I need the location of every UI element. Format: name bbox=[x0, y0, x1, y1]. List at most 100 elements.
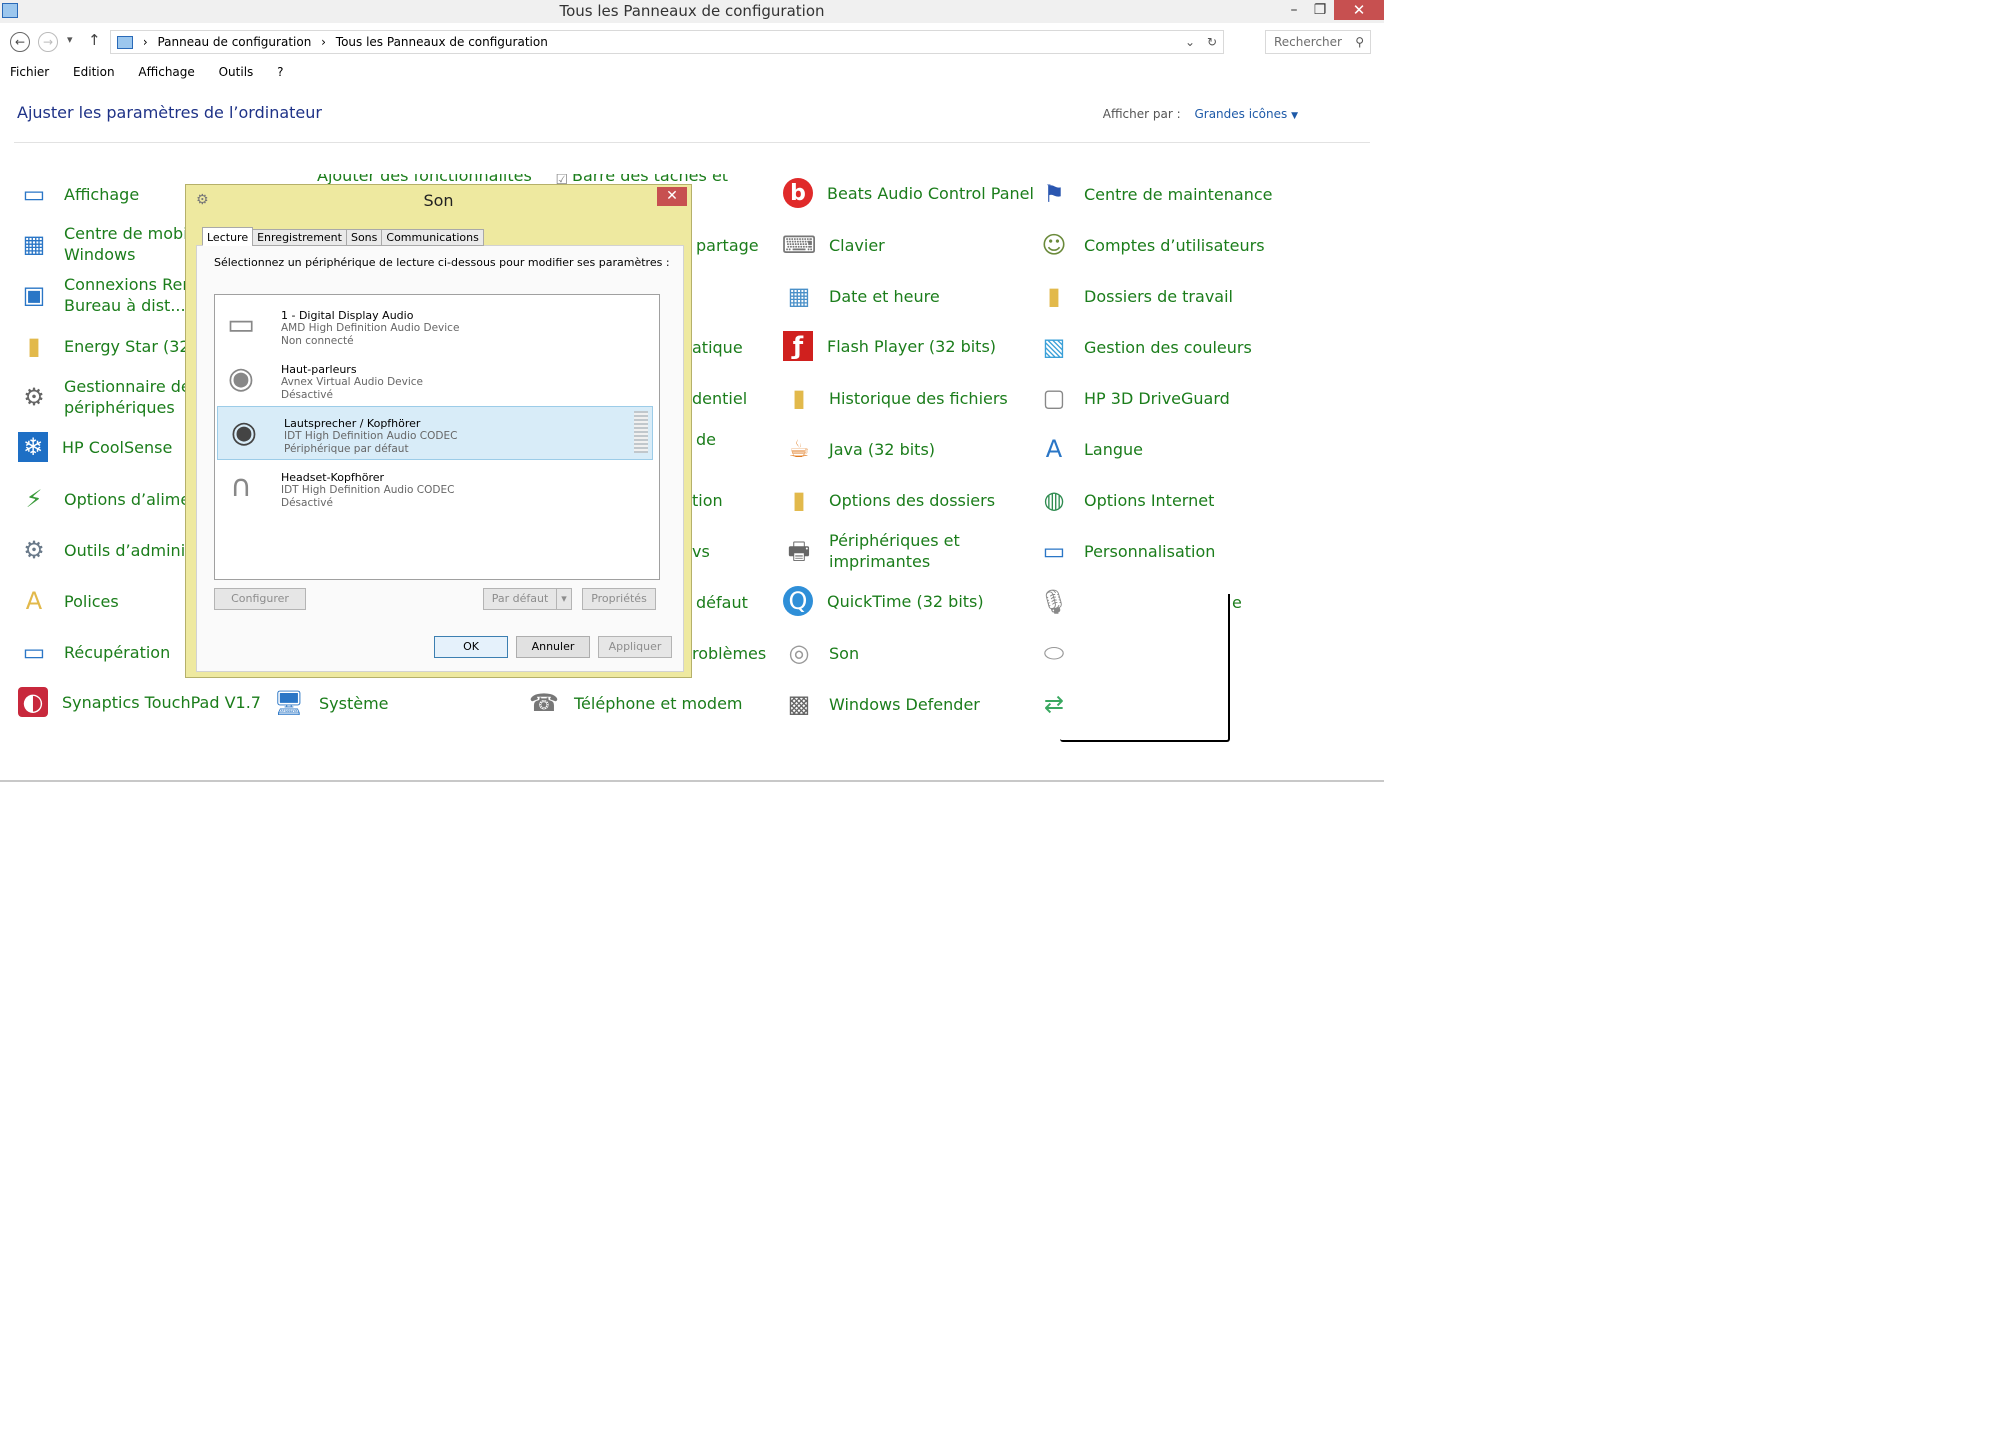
item-folder-options[interactable]: ▮ Options des dossiers bbox=[783, 484, 995, 516]
up-button[interactable]: ↑ bbox=[88, 31, 101, 49]
java-icon: ☕ bbox=[788, 434, 810, 463]
address-dropdown-icon[interactable]: ⌄ bbox=[1185, 31, 1195, 53]
admin-tools-icon: ⚙ bbox=[23, 535, 45, 564]
list-item[interactable]: ∩ Headset-Kopfhörer IDT High Definition … bbox=[215, 461, 655, 513]
overlay-bracket bbox=[1060, 594, 1230, 742]
recovery-icon: ▭ bbox=[22, 637, 46, 666]
item-troubleshoot-partial[interactable]: roblèmes bbox=[692, 643, 766, 664]
item-java[interactable]: ☕ Java (32 bits) bbox=[783, 433, 935, 465]
item-credential-partial[interactable]: dentiel bbox=[692, 388, 747, 409]
item-fonts[interactable]: A Polices bbox=[18, 585, 119, 617]
dialog-prompt: Sélectionnez un périphérique de lecture … bbox=[214, 256, 670, 269]
minimize-button[interactable]: – bbox=[1280, 0, 1308, 20]
address-row: ← → ▾ ↑ › Panneau de configuration › Tou… bbox=[0, 27, 1384, 57]
menu-tools[interactable]: Outils bbox=[219, 65, 254, 79]
color-management-icon: ▧ bbox=[1042, 332, 1066, 361]
beats-icon: b bbox=[783, 178, 813, 208]
apply-button[interactable]: Appliquer bbox=[598, 636, 672, 658]
menu-file[interactable]: Fichier bbox=[10, 65, 49, 79]
defender-icon: ▩ bbox=[787, 689, 811, 718]
item-date-time[interactable]: ▦ Date et heure bbox=[783, 280, 940, 312]
configure-button[interactable]: Configurer bbox=[214, 588, 306, 610]
item-flash-player[interactable]: ƒ Flash Player (32 bits) bbox=[783, 331, 996, 361]
title-bar: Tous les Panneaux de configuration – ❐ ✕ bbox=[0, 0, 1384, 23]
search-icon[interactable]: ⚲ bbox=[1355, 31, 1364, 53]
forward-button[interactable]: → bbox=[38, 32, 58, 52]
menu-edit[interactable]: Edition bbox=[73, 65, 115, 79]
item-file-history[interactable]: ▮ Historique des fichiers bbox=[783, 382, 1007, 414]
item-hidden-partial[interactable]: e bbox=[1232, 592, 1242, 613]
item-color-management[interactable]: ▧ Gestion des couleurs bbox=[1038, 331, 1252, 363]
properties-button[interactable]: Propriétés bbox=[582, 588, 656, 610]
menu-bar: Fichier Edition Affichage Outils ? bbox=[0, 60, 294, 84]
tab-playback[interactable]: Lecture bbox=[202, 227, 254, 246]
cancel-button[interactable]: Annuler bbox=[516, 636, 590, 658]
item-power-options[interactable]: ⚡ Options d’alimen bbox=[18, 483, 201, 515]
tab-communications[interactable]: Communications bbox=[381, 229, 484, 246]
breadcrumb-control-panel[interactable]: Panneau de configuration bbox=[157, 35, 311, 49]
default-button[interactable]: Par défaut bbox=[483, 588, 557, 610]
device-list[interactable]: ▭ 1 - Digital Display Audio AMD High Def… bbox=[214, 294, 660, 580]
users-icon: ☺ bbox=[1041, 230, 1067, 259]
list-item-selected[interactable]: ◉ Lautsprecher / Kopfhörer IDT High Defi… bbox=[217, 406, 653, 460]
item-automatic-partial[interactable]: atique bbox=[692, 337, 743, 358]
list-item[interactable]: ▭ 1 - Digital Display Audio AMD High Def… bbox=[215, 299, 655, 351]
item-sound[interactable]: ◎ Son bbox=[783, 637, 860, 669]
item-recovery[interactable]: ▭ Récupération bbox=[18, 636, 171, 668]
menu-view[interactable]: Affichage bbox=[138, 65, 194, 79]
breadcrumb-separator: › bbox=[142, 35, 148, 49]
list-item[interactable]: ◉ Haut-parleurs Avnex Virtual Audio Devi… bbox=[215, 353, 655, 405]
item-devices-printers[interactable]: 🖶 Périphériques et imprimantes bbox=[783, 530, 960, 572]
item-windows-defender[interactable]: ▩ Windows Defender bbox=[783, 688, 980, 720]
item-de-partial[interactable]: de bbox=[696, 429, 716, 450]
item-user-accounts[interactable]: ☺ Comptes d’utilisateurs bbox=[1038, 229, 1264, 261]
item-hp-driveguard[interactable]: ▢ HP 3D DriveGuard bbox=[1038, 382, 1230, 414]
view-by-dropdown[interactable]: Grandes icônes bbox=[1194, 107, 1287, 121]
ok-button[interactable]: OK bbox=[434, 636, 508, 658]
item-remote-connections[interactable]: ▣ Connexions Remo Bureau à dist... bbox=[18, 274, 208, 316]
dialog-title: Son bbox=[423, 191, 454, 210]
item-system[interactable]: 🖥 Système bbox=[273, 687, 389, 719]
maximize-button[interactable]: ❐ bbox=[1306, 0, 1334, 20]
item-synaptics[interactable]: ◐ Synaptics TouchPad V1.7 bbox=[18, 687, 261, 717]
item-default-partial[interactable]: défaut bbox=[696, 592, 748, 613]
item-ws-partial[interactable]: vs bbox=[692, 541, 710, 562]
item-energy-star[interactable]: ▮ Energy Star (32 b bbox=[18, 330, 204, 362]
close-button[interactable]: ✕ bbox=[1334, 0, 1384, 20]
menu-help[interactable]: ? bbox=[277, 65, 283, 79]
item-tion-partial[interactable]: tion bbox=[692, 490, 723, 511]
item-sharing-partial[interactable]: partage bbox=[696, 235, 759, 256]
recent-locations-button[interactable]: ▾ bbox=[67, 33, 73, 46]
default-dropdown-button[interactable]: ▾ bbox=[556, 588, 572, 610]
personalization-icon: ▭ bbox=[1042, 536, 1066, 565]
item-personalization[interactable]: ▭ Personnalisation bbox=[1038, 535, 1216, 567]
address-bar[interactable]: › Panneau de configuration › Tous les Pa… bbox=[110, 30, 1224, 54]
system-icon: 🖥 bbox=[273, 688, 305, 717]
item-keyboard[interactable]: ⌨ Clavier bbox=[782, 229, 885, 261]
back-button[interactable]: ← bbox=[10, 32, 30, 52]
breadcrumb-all-panels[interactable]: Tous les Panneaux de configuration bbox=[336, 35, 548, 49]
item-phone-modem[interactable]: ☎ Téléphone et modem bbox=[528, 687, 742, 719]
tab-sounds[interactable]: Sons bbox=[345, 229, 383, 246]
refresh-icon[interactable]: ↻ bbox=[1207, 31, 1217, 53]
dialog-close-button[interactable]: ✕ bbox=[657, 187, 687, 206]
globe-icon: ◍ bbox=[1043, 485, 1065, 514]
search-input[interactable]: Rechercher ⚲ bbox=[1265, 30, 1371, 54]
item-quicktime[interactable]: Q QuickTime (32 bits) bbox=[783, 586, 984, 616]
tab-recording[interactable]: Enregistrement bbox=[252, 229, 347, 246]
item-language[interactable]: A Langue bbox=[1038, 433, 1143, 465]
language-icon: A bbox=[1045, 434, 1063, 463]
chevron-down-icon[interactable]: ▼ bbox=[1291, 111, 1298, 121]
item-beats-audio[interactable]: b Beats Audio Control Panel bbox=[783, 178, 1034, 208]
item-display[interactable]: ▭ Affichage bbox=[18, 178, 140, 210]
item-admin-tools[interactable]: ⚙ Outils d’administ bbox=[18, 534, 200, 566]
item-internet-options[interactable]: ◍ Options Internet bbox=[1038, 484, 1215, 516]
item-device-manager[interactable]: ⚙ Gestionnaire de périphériques bbox=[18, 376, 191, 418]
item-hp-coolsense[interactable]: ❄ HP CoolSense bbox=[18, 432, 172, 462]
item-action-center[interactable]: ⚑ Centre de maintenance bbox=[1038, 178, 1272, 210]
printer-icon: 🖶 bbox=[787, 536, 811, 565]
item-mobility-center[interactable]: ▦ Centre de mobilit Windows bbox=[18, 223, 203, 265]
snowflake-icon: ❄ bbox=[18, 432, 48, 462]
item-work-folders[interactable]: ▮ Dossiers de travail bbox=[1038, 280, 1233, 312]
synaptics-icon: ◐ bbox=[18, 687, 48, 717]
